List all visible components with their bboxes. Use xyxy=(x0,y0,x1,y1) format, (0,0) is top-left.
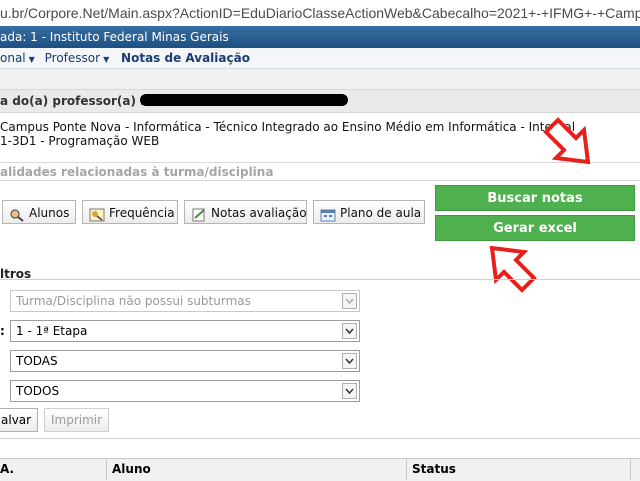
calendar-icon xyxy=(320,206,336,221)
grades-icon xyxy=(191,206,207,221)
chevron-down-icon xyxy=(342,383,357,399)
etapa-select[interactable]: 1 - 1ª Etapa xyxy=(10,320,360,342)
course-line-1: Campus Ponte Nova - Informática - Técnic… xyxy=(0,120,576,134)
plano-de-aula-button[interactable]: Plano de aula xyxy=(313,200,425,224)
header-banner: ada: 1 - Instituto Federal Minas Gerais xyxy=(0,26,640,48)
column-header-aluno: Aluno xyxy=(112,462,151,476)
course-line-2: 1-3D1 - Programação WEB xyxy=(0,134,160,148)
nav-item-educacional[interactable]: onal xyxy=(0,51,26,65)
arrow-up-annotation-icon xyxy=(489,245,537,293)
buscar-notas-button[interactable]: Buscar notas xyxy=(435,185,635,211)
subturma-select[interactable]: Turma/Disciplina não possui subturmas xyxy=(10,290,360,312)
todas-value: TODAS xyxy=(16,354,58,368)
frequencia-button[interactable]: Frequência xyxy=(82,200,178,224)
redaction-mark xyxy=(140,94,348,106)
functions-heading: alidades relacionadas à turma/disciplina xyxy=(0,165,274,179)
chevron-down-icon: ▼ xyxy=(103,55,110,64)
divider xyxy=(0,279,640,280)
subturma-value: Turma/Disciplina não possui subturmas xyxy=(16,294,251,308)
chevron-down-icon xyxy=(342,293,357,309)
todos-value: TODOS xyxy=(16,384,60,398)
column-header-number: A. xyxy=(0,462,15,476)
column-divider xyxy=(106,459,107,480)
nav-item-professor[interactable]: Professor xyxy=(45,51,100,65)
attendance-icon xyxy=(89,206,105,221)
chevron-down-icon: ▼ xyxy=(28,55,35,64)
address-bar[interactable]: u.br/Corpore.Net/Main.aspx?ActionID=EduD… xyxy=(0,0,640,26)
nav-current-page: Notas de Avaliação xyxy=(121,51,250,65)
search-users-icon xyxy=(9,206,25,222)
etapa-label: : xyxy=(0,324,5,338)
plano-label: Plano de aula xyxy=(340,206,422,220)
alunos-button[interactable]: Alunos xyxy=(2,200,76,224)
breadcrumb: onal ▼ Professor ▼ Notas de Avaliação xyxy=(0,48,640,69)
notas-label: Notas avaliação xyxy=(211,206,307,220)
professor-label: a do(a) professor(a) Lu xyxy=(0,94,157,108)
chevron-down-icon xyxy=(342,323,357,339)
column-divider xyxy=(406,459,407,480)
frequencia-label: Frequência xyxy=(109,206,175,220)
notas-avaliacao-button[interactable]: Notas avaliação xyxy=(184,200,307,224)
url-text: u.br/Corpore.Net/Main.aspx?ActionID=EduD… xyxy=(0,5,640,21)
alunos-label: Alunos xyxy=(29,206,70,220)
todos-select[interactable]: TODOS xyxy=(10,380,360,402)
arrow-down-annotation-icon xyxy=(543,117,591,165)
institution-title: ada: 1 - Instituto Federal Minas Gerais xyxy=(0,30,229,44)
column-header-status: Status xyxy=(412,462,456,476)
table-header xyxy=(0,458,640,481)
salvar-button[interactable]: alvar xyxy=(0,408,39,432)
divider xyxy=(0,180,640,181)
etapa-value: 1 - 1ª Etapa xyxy=(16,324,88,338)
spacer xyxy=(0,69,640,89)
column-divider xyxy=(630,459,631,480)
todas-select[interactable]: TODAS xyxy=(10,350,360,372)
imprimir-button[interactable]: Imprimir xyxy=(44,408,110,432)
chevron-down-icon xyxy=(342,353,357,369)
divider xyxy=(0,438,640,439)
course-info: Campus Ponte Nova - Informática - Técnic… xyxy=(0,120,576,148)
